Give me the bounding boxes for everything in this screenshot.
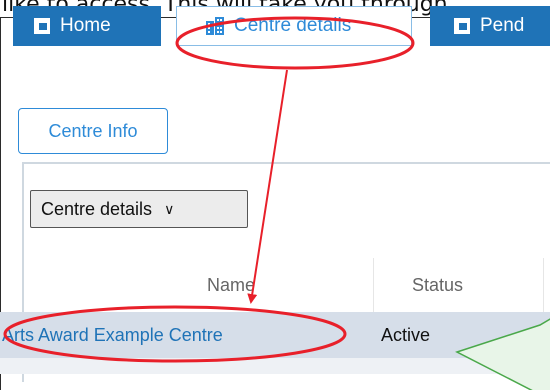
centre-name-link[interactable]: Arts Award Example Centre	[2, 312, 223, 358]
tab-centre-details-label: Centre details	[234, 15, 352, 36]
tab-centre-info-label: Centre Info	[48, 120, 138, 141]
tab-home-label: Home	[60, 15, 111, 36]
centre-name-text: Arts Award Example Centre	[2, 324, 223, 345]
column-header-status-label: Status	[412, 274, 464, 295]
tab-home[interactable]: Home	[13, 6, 161, 46]
chevron-down-icon: ∨	[164, 200, 175, 217]
building-icon	[206, 17, 224, 35]
tab-pending[interactable]: Pend	[430, 6, 550, 46]
column-header-name-label: Name	[206, 274, 255, 295]
centre-status-text: Active	[381, 324, 431, 345]
document-icon	[454, 18, 470, 34]
centre-details-select[interactable]: Centre details ∨	[30, 190, 248, 228]
column-header-name[interactable]: Name	[24, 258, 374, 312]
select-value: Centre details	[41, 198, 153, 219]
table-row-divider	[0, 358, 550, 374]
tab-pending-label: Pend	[480, 15, 525, 36]
tab-centre-info[interactable]: Centre Info	[18, 108, 168, 154]
tab-centre-details[interactable]: Centre details	[176, 6, 412, 46]
column-header-status[interactable]: Status	[374, 258, 544, 312]
centre-status: Active	[381, 312, 430, 358]
document-icon	[34, 18, 50, 34]
